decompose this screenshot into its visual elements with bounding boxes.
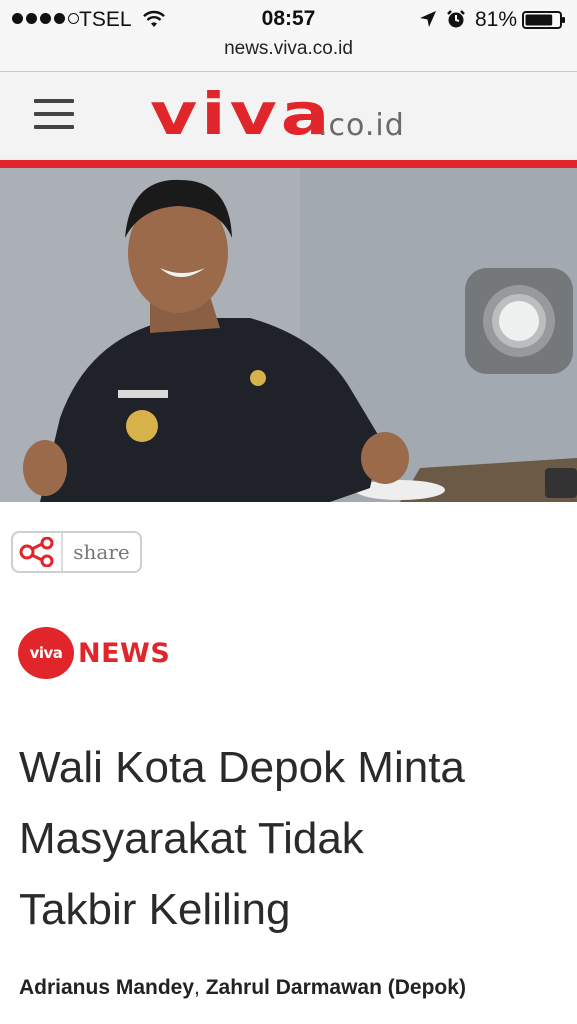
header-accent-rule (0, 160, 577, 168)
viva-logo[interactable]: VIVA .co.id (150, 84, 404, 144)
site-header: VIVA .co.id (0, 72, 577, 162)
status-bar: TSEL 08:57 81% news.viva.co.id (0, 0, 577, 72)
share-label: share (73, 540, 130, 564)
status-row: TSEL 08:57 81% (0, 6, 577, 32)
battery-percent: 81% (475, 8, 518, 31)
section-badge: viva (18, 627, 74, 679)
author-link[interactable]: Adrianus Mandey (19, 976, 194, 999)
author-separator: , (194, 976, 206, 999)
battery-icon (522, 11, 565, 29)
section-name: NEWS (78, 637, 171, 669)
logo-suffix: .co.id (318, 108, 405, 143)
article-headline: Wali Kota Depok Minta Masyarakat Tidak T… (19, 732, 559, 945)
author-link[interactable]: Zahrul Darmawan (Depok) (206, 976, 466, 999)
assistive-touch-button[interactable] (465, 268, 573, 374)
headline-line: Takbir Keliling (19, 885, 291, 934)
hamburger-menu-icon[interactable] (34, 99, 76, 133)
share-button[interactable]: share (11, 531, 142, 573)
headline-line: Wali Kota Depok Minta (19, 743, 465, 792)
headline-line: Masyarakat Tidak (19, 814, 364, 863)
location-arrow-icon (420, 11, 436, 27)
url-bar[interactable]: news.viva.co.id (0, 38, 577, 60)
article-byline: Adrianus Mandey, Zahrul Darmawan (Depok) (19, 976, 569, 1000)
share-network-icon (13, 533, 63, 571)
logo-main: VIVA (150, 80, 334, 148)
alarm-clock-icon (447, 10, 465, 28)
viva-news-section-logo[interactable]: viva NEWS (18, 626, 170, 680)
